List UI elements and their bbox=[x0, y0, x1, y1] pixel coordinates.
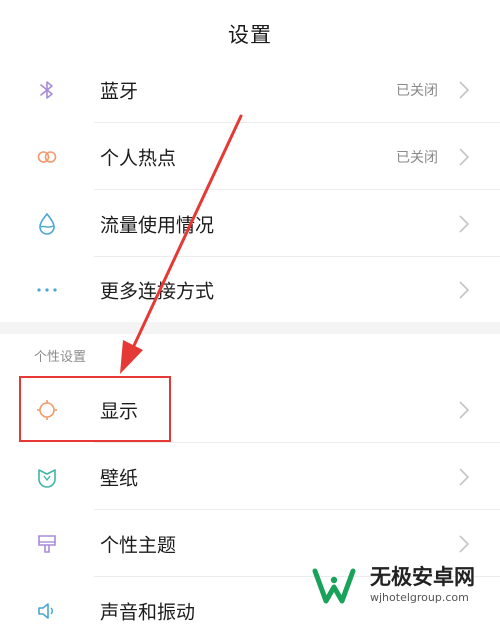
section-separator bbox=[0, 322, 500, 334]
page-title: 设置 bbox=[228, 23, 272, 47]
more-dots-icon bbox=[34, 277, 60, 303]
settings-item-label: 壁纸 bbox=[100, 467, 139, 489]
settings-item-wallpaper[interactable]: 壁纸 bbox=[0, 443, 500, 510]
chevron-right-icon bbox=[459, 280, 470, 299]
highlight-box bbox=[19, 376, 171, 442]
status-text: 已关闭 bbox=[396, 149, 438, 166]
settings-item-label: 个人热点 bbox=[100, 147, 177, 169]
settings-item-bluetooth[interactable]: 蓝牙 已关闭 bbox=[0, 56, 500, 123]
data-usage-icon bbox=[34, 211, 60, 237]
section-header: 个性设置 bbox=[0, 334, 500, 376]
chevron-right-icon bbox=[459, 534, 470, 553]
watermark-logo-icon bbox=[312, 568, 356, 603]
chevron-right-icon bbox=[459, 400, 470, 419]
hotspot-icon bbox=[34, 144, 60, 170]
wallpaper-icon bbox=[34, 464, 60, 490]
watermark-text: 无极安卓网 wjhotelgroup.com bbox=[370, 565, 475, 605]
status-text: 已关闭 bbox=[396, 82, 438, 99]
settings-item-more-connections[interactable]: 更多连接方式 bbox=[0, 257, 500, 322]
bluetooth-icon bbox=[34, 77, 60, 103]
chevron-right-icon bbox=[459, 147, 470, 166]
settings-item-label: 蓝牙 bbox=[100, 80, 139, 102]
chevron-right-icon bbox=[459, 467, 470, 486]
chevron-right-icon bbox=[459, 80, 470, 99]
settings-item-data-usage[interactable]: 流量使用情况 bbox=[0, 190, 500, 257]
watermark: 无极安卓网 wjhotelgroup.com bbox=[312, 560, 500, 611]
theme-brush-icon bbox=[34, 531, 60, 557]
settings-item-label: 更多连接方式 bbox=[100, 280, 215, 302]
settings-item-label: 个性主题 bbox=[100, 534, 177, 556]
watermark-url: wjhotelgroup.com bbox=[370, 591, 469, 604]
section-title: 个性设置 bbox=[34, 350, 87, 365]
chevron-right-icon bbox=[459, 214, 470, 233]
settings-item-hotspot[interactable]: 个人热点 已关闭 bbox=[0, 123, 500, 190]
watermark-name: 无极安卓网 bbox=[370, 565, 475, 589]
settings-item-label: 流量使用情况 bbox=[100, 214, 215, 236]
